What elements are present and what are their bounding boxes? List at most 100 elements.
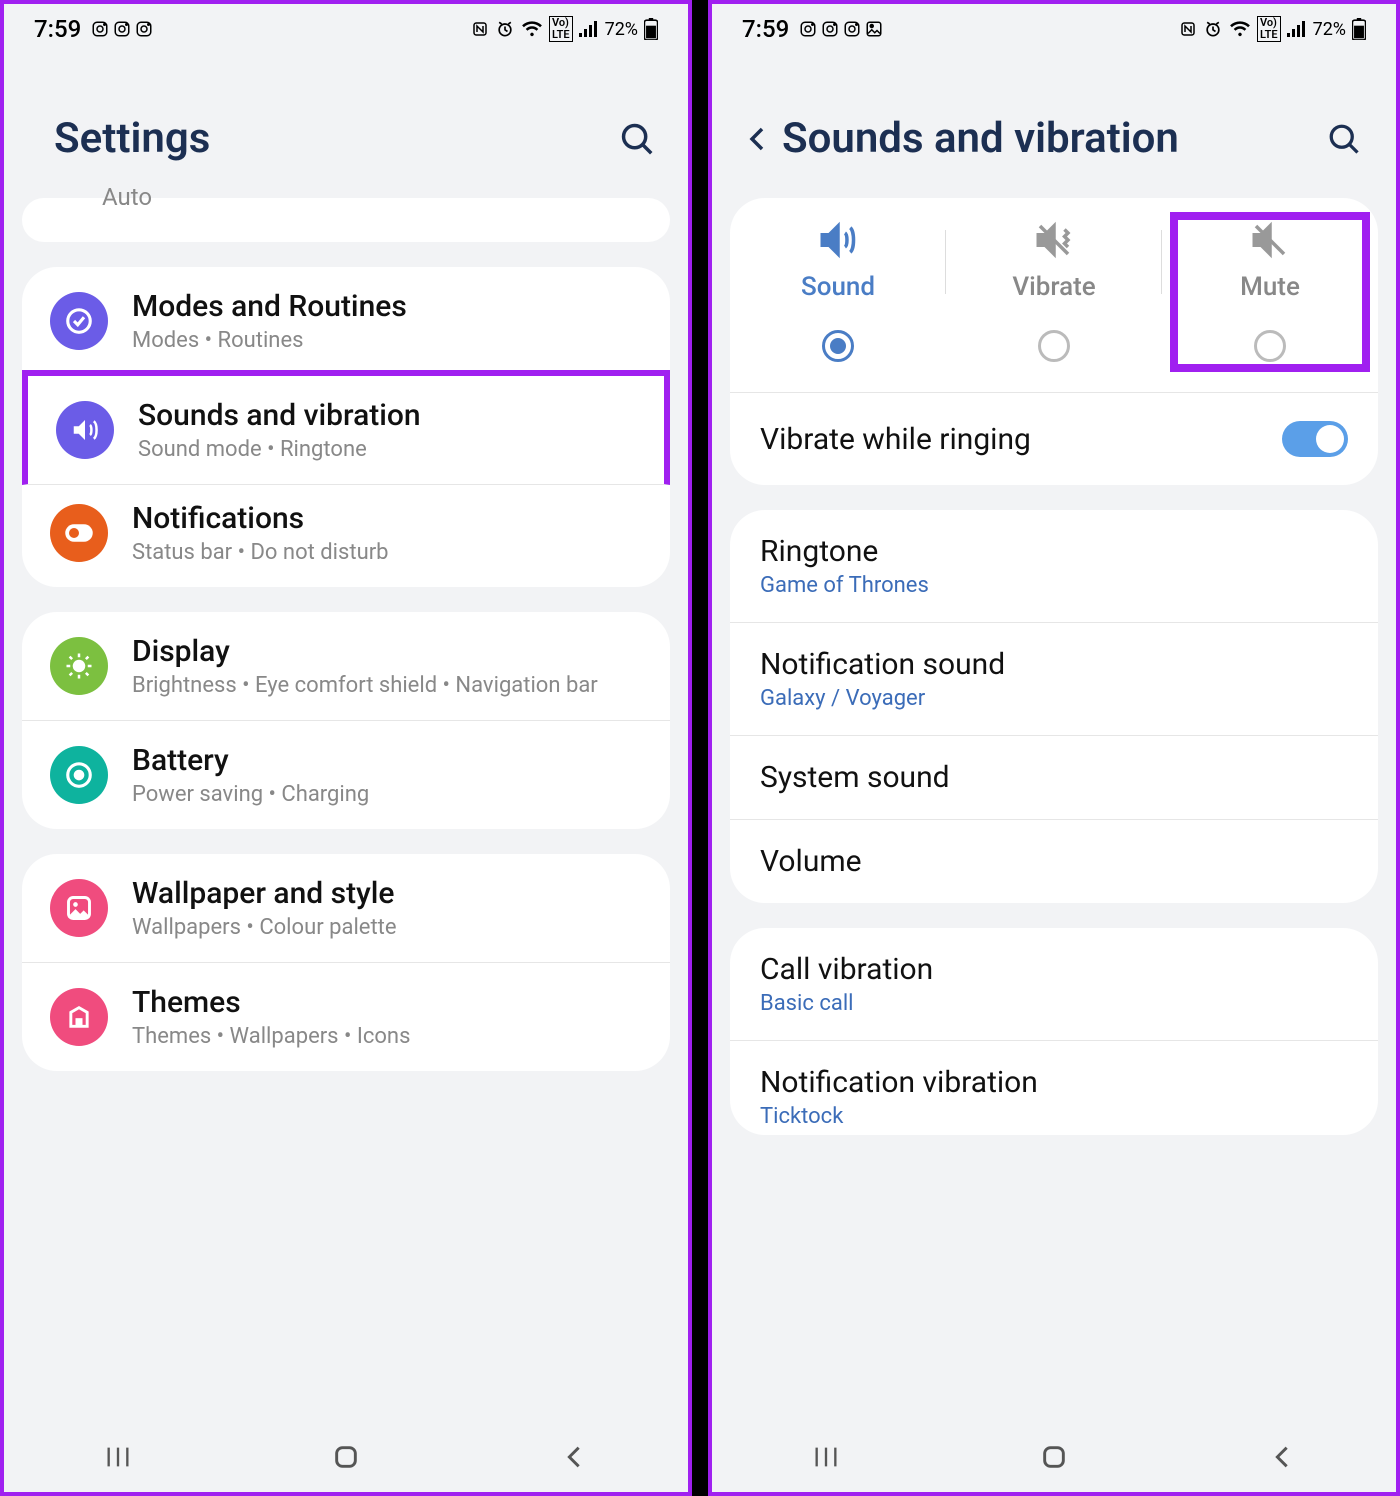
vibrate-while-ringing-row[interactable]: Vibrate while ringing xyxy=(730,392,1378,485)
settings-group-2: Display Brightness • Eye comfort shield … xyxy=(22,612,670,829)
search-button[interactable] xyxy=(1326,121,1366,157)
search-button[interactable] xyxy=(618,120,658,158)
setting-title: Sounds and vibration xyxy=(138,398,636,433)
alarm-icon xyxy=(1203,19,1223,39)
back-button[interactable] xyxy=(742,124,782,154)
wifi-icon xyxy=(1229,20,1251,38)
display-icon xyxy=(50,637,108,695)
wallpaper-icon xyxy=(50,879,108,937)
nfc-icon xyxy=(471,20,489,38)
mode-label: Vibrate xyxy=(1012,272,1095,302)
detail-title: Ringtone xyxy=(760,534,1348,569)
status-time: 7:59 xyxy=(742,15,789,43)
mode-label: Mute xyxy=(1240,272,1300,302)
setting-modes-routines[interactable]: Modes and Routines Modes • Routines xyxy=(22,267,670,376)
setting-title: Themes xyxy=(132,985,642,1020)
detail-title: Notification sound xyxy=(760,647,1348,682)
setting-ringtone[interactable]: Ringtone Game of Thrones xyxy=(730,510,1378,623)
sounds-icon xyxy=(56,401,114,459)
setting-subtitle: Brightness • Eye comfort shield • Naviga… xyxy=(132,673,642,698)
setting-title: Display xyxy=(132,634,642,669)
wifi-icon xyxy=(521,20,543,38)
alarm-icon xyxy=(495,19,515,39)
page-title: Settings xyxy=(34,114,618,163)
battery-icon xyxy=(644,18,658,40)
status-bar: 7:59 Vo)LTE 72% xyxy=(712,4,1396,54)
recents-button[interactable] xyxy=(812,1443,840,1471)
home-button[interactable] xyxy=(332,1443,360,1471)
setting-wallpaper[interactable]: Wallpaper and style Wallpapers • Colour … xyxy=(22,854,670,963)
modes-icon xyxy=(50,292,108,350)
battery-icon xyxy=(1352,18,1366,40)
setting-subtitle: Power saving • Charging xyxy=(132,782,642,807)
settings-group-3: Wallpaper and style Wallpapers • Colour … xyxy=(22,854,670,1071)
nfc-icon xyxy=(1179,20,1197,38)
sound-mode-icon xyxy=(817,220,859,260)
battery-percent: 72% xyxy=(605,19,638,40)
setting-title: Wallpaper and style xyxy=(132,876,642,911)
notifications-icon xyxy=(50,504,108,562)
radio-icon xyxy=(1254,330,1286,362)
setting-notifications[interactable]: Notifications Status bar • Do not distur… xyxy=(22,479,670,587)
setting-sounds-vibration[interactable]: Sounds and vibration Sound mode • Ringto… xyxy=(22,370,670,485)
setting-call-vibration[interactable]: Call vibration Basic call xyxy=(730,928,1378,1041)
back-button[interactable] xyxy=(1268,1443,1296,1471)
setting-title: Battery xyxy=(132,743,642,778)
screen-sounds-vibration: 7:59 Vo)LTE 72% Sounds and vibration xyxy=(708,0,1400,1496)
battery-percent: 72% xyxy=(1313,19,1346,40)
detail-title: System sound xyxy=(760,760,1348,795)
setting-volume[interactable]: Volume xyxy=(730,820,1378,903)
setting-subtitle: Sound mode • Ringtone xyxy=(138,437,636,462)
detail-title: Volume xyxy=(760,844,1348,879)
setting-subtitle: Wallpapers • Colour palette xyxy=(132,915,642,940)
sound-settings-card: Ringtone Game of Thrones Notification so… xyxy=(730,510,1378,903)
recents-button[interactable] xyxy=(104,1443,132,1471)
mode-vibrate[interactable]: Vibrate xyxy=(946,220,1162,362)
signal-icon xyxy=(579,20,599,38)
setting-subtitle: Themes • Wallpapers • Icons xyxy=(132,1024,642,1049)
screen-settings: 7:59 Vo)LTE 72% Settings Auto xyxy=(0,0,692,1496)
header: Settings xyxy=(4,54,688,198)
setting-display[interactable]: Display Brightness • Eye comfort shield … xyxy=(22,612,670,721)
nav-bar xyxy=(712,1422,1396,1492)
setting-subtitle: Status bar • Do not disturb xyxy=(132,540,642,565)
detail-value: Galaxy / Voyager xyxy=(760,686,1348,711)
setting-battery[interactable]: Battery Power saving • Charging xyxy=(22,721,670,829)
setting-system-sound[interactable]: System sound xyxy=(730,736,1378,820)
detail-value: Basic call xyxy=(760,991,1348,1016)
radio-icon xyxy=(822,330,854,362)
mode-sound[interactable]: Sound xyxy=(730,220,946,362)
status-time: 7:59 xyxy=(34,15,81,43)
vibrate-mode-icon xyxy=(1033,220,1075,260)
detail-value: Ticktock xyxy=(760,1104,1348,1129)
mode-mute[interactable]: Mute xyxy=(1162,220,1378,362)
sound-mode-selector: Sound Vibrate Mute xyxy=(730,198,1378,392)
nav-bar xyxy=(4,1422,688,1492)
back-button[interactable] xyxy=(560,1443,588,1471)
status-app-icons xyxy=(91,20,153,38)
setting-title: Modes and Routines xyxy=(132,289,642,324)
detail-value: Game of Thrones xyxy=(760,573,1348,598)
status-app-icons xyxy=(799,20,883,38)
mute-mode-icon xyxy=(1249,220,1291,260)
themes-icon xyxy=(50,988,108,1046)
vibration-settings-card: Call vibration Basic call Notification v… xyxy=(730,928,1378,1135)
toggle-switch[interactable] xyxy=(1282,421,1348,457)
header: Sounds and vibration xyxy=(712,54,1396,198)
sound-mode-card: Sound Vibrate Mute Vibrate while ringin xyxy=(730,198,1378,485)
setting-title: Notifications xyxy=(132,501,642,536)
toggle-label: Vibrate while ringing xyxy=(760,422,1031,457)
setting-notification-sound[interactable]: Notification sound Galaxy / Voyager xyxy=(730,623,1378,736)
setting-themes[interactable]: Themes Themes • Wallpapers • Icons xyxy=(22,963,670,1071)
battery-setting-icon xyxy=(50,746,108,804)
page-title: Sounds and vibration xyxy=(782,114,1326,163)
signal-icon xyxy=(1287,20,1307,38)
setting-subtitle: Modes • Routines xyxy=(132,328,642,353)
volte-icon: Vo)LTE xyxy=(1257,16,1281,42)
radio-icon xyxy=(1038,330,1070,362)
setting-notification-vibration[interactable]: Notification vibration Ticktock xyxy=(730,1041,1378,1135)
home-button[interactable] xyxy=(1040,1443,1068,1471)
detail-title: Call vibration xyxy=(760,952,1348,987)
settings-group-1: Modes and Routines Modes • Routines Soun… xyxy=(22,267,670,587)
mode-label: Sound xyxy=(801,272,875,302)
